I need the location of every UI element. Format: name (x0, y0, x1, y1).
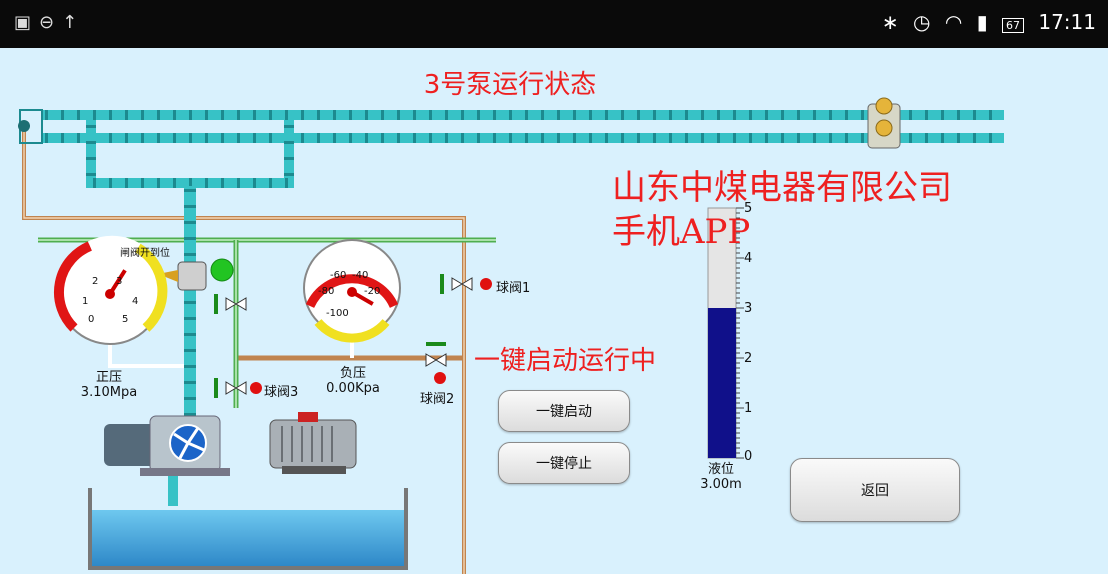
level-tick-5: 5 (744, 201, 753, 216)
negative-gauge-label: 负压 0.00Kpa (316, 366, 390, 396)
signal-icon: ▮ (976, 10, 988, 34)
status-bar: ▣⊖↑ ∗ ◷ ◠ ▮ 67 17:11 (0, 0, 1108, 48)
pump-screen: 3号泵运行状态 山东中煤电器有限公司 手机APP 一键启动运行中 闸阀开到位 0… (0, 48, 1108, 574)
top-valve-icon (867, 97, 901, 149)
negative-gauge-tick-0: -100 (326, 308, 349, 319)
image-icon: ▣ (14, 12, 40, 33)
ball-valve-3-icon (214, 294, 262, 398)
one-key-stop-button[interactable]: 一键停止 (498, 442, 630, 484)
negative-gauge-tick-4: -20 (364, 286, 381, 297)
negative-gauge-title: 负压 (339, 366, 366, 381)
battery-icon: 67 (1002, 18, 1024, 33)
negative-gauge-tick-2: -60 (330, 270, 347, 281)
positive-gauge-title: 正压 (95, 370, 122, 385)
level-tick-3: 3 (744, 301, 753, 316)
gate-valve-icon (158, 258, 234, 291)
ball-valve-3-label: 球阀3 (264, 385, 299, 400)
negative-gauge-tick-1: -80 (318, 286, 335, 297)
wifi-icon: ◠ (944, 10, 963, 34)
clock: 17:11 (1038, 10, 1096, 34)
positive-gauge-label: 正压 3.10Mpa (72, 370, 146, 400)
positive-gauge-value: 3.10Mpa (80, 385, 138, 400)
water-tank (88, 488, 408, 570)
level-tick-4: 4 (744, 251, 753, 266)
status-right: ∗ ◷ ◠ ▮ 67 17:11 (874, 10, 1096, 34)
level-tick-2: 2 (744, 351, 753, 366)
level-tick-1: 1 (744, 401, 753, 416)
motor-icon (269, 412, 357, 474)
positive-gauge-tick-0: 0 (88, 314, 95, 325)
negative-gauge-tick-3: -40 (352, 270, 369, 281)
page-title: 3号泵运行状态 (423, 70, 597, 100)
positive-gauge-tick-2: 2 (92, 276, 99, 287)
battery-level: 67 (1006, 19, 1020, 32)
level-title: 液位 (707, 462, 734, 477)
company-name: 山东中煤电器有限公司 (612, 168, 952, 208)
positive-gauge-tick-3: 3 (116, 276, 123, 287)
level-fill (708, 308, 736, 458)
ball-valve-2-label: 球阀2 (420, 392, 455, 407)
bluetooth-icon: ∗ (881, 10, 899, 34)
lock-icon: ⊖ (39, 12, 63, 33)
negative-gauge-value: 0.00Kpa (326, 381, 380, 396)
ball-valve-2-icon (425, 342, 447, 384)
positive-gauge-tick-1: 1 (82, 296, 89, 307)
positive-gauge-tick-4: 4 (132, 296, 139, 307)
pump-icon (104, 415, 230, 476)
back-button[interactable]: 返回 (790, 458, 960, 522)
gate-valve-label: 闸阀开到位 (120, 248, 170, 259)
running-status: 一键启动运行中 (474, 346, 657, 376)
level-label: 液位 3.00m (686, 462, 756, 492)
ball-valve-1-label: 球阀1 (496, 281, 531, 296)
positive-gauge-tick-5: 5 (122, 314, 129, 325)
level-value: 3.00m (700, 477, 742, 492)
upload-icon: ↑ (62, 12, 86, 33)
alarm-icon: ◷ (913, 10, 931, 34)
ball-valve-1-icon (440, 274, 492, 294)
one-key-start-button[interactable]: 一键启动 (498, 390, 630, 432)
company-app-label: 手机APP (612, 212, 751, 252)
status-left-icons: ▣⊖↑ (14, 12, 85, 33)
